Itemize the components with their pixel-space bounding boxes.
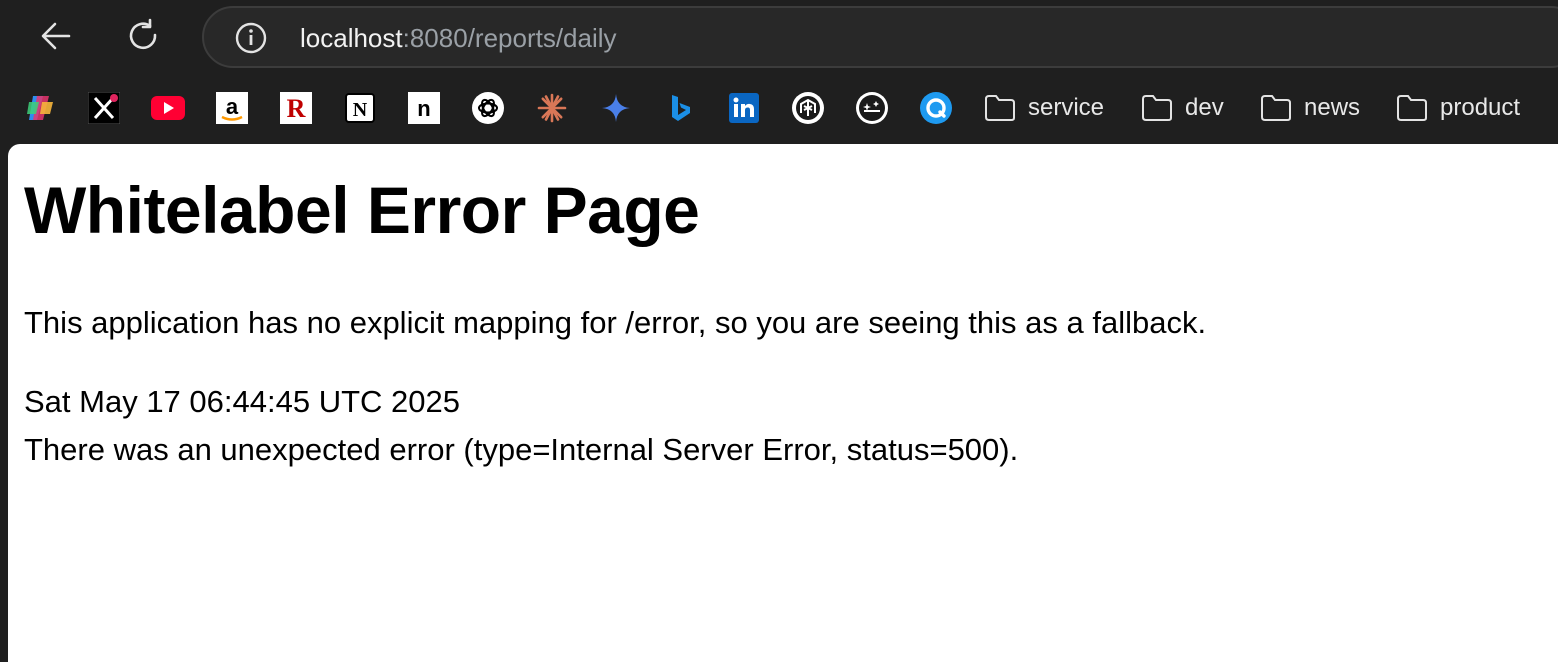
bookmark-folder-dev[interactable]: dev xyxy=(1141,91,1224,125)
reload-button[interactable] xyxy=(122,14,166,58)
bookmark-folder-service[interactable]: service xyxy=(984,91,1104,125)
note-icon[interactable]: n xyxy=(407,91,441,125)
error-status: There was an unexpected error (type=Inte… xyxy=(24,432,1019,467)
svg-text:R: R xyxy=(287,94,306,123)
qiita-icon[interactable] xyxy=(919,91,953,125)
folder-icon xyxy=(985,95,1015,121)
folder-icon xyxy=(1261,95,1291,121)
back-button[interactable] xyxy=(34,14,78,58)
felo-icon[interactable] xyxy=(855,91,889,125)
site-info-icon[interactable] xyxy=(234,21,268,55)
reload-icon xyxy=(129,18,157,50)
bookmark-folder-label: dev xyxy=(1185,94,1224,121)
x-icon[interactable] xyxy=(87,91,121,125)
perplexity-icon[interactable] xyxy=(791,91,825,125)
svg-text:N: N xyxy=(353,99,368,121)
copilot-icon[interactable] xyxy=(23,91,57,125)
folder-icon xyxy=(1142,95,1172,121)
page-title: Whitelabel Error Page xyxy=(24,173,700,247)
notion-icon[interactable]: N xyxy=(343,91,377,125)
bookmarks-bar: a R N n service dev news product xyxy=(0,74,1558,144)
address-bar[interactable]: localhost:8080/reports/daily xyxy=(202,6,1558,68)
error-timestamp: Sat May 17 06:44:45 UTC 2025 xyxy=(24,384,460,419)
amazon-icon[interactable]: a xyxy=(215,91,249,125)
bookmark-folder-product[interactable]: product xyxy=(1396,91,1520,125)
error-description: This application has no explicit mapping… xyxy=(24,305,1207,340)
browser-toolbar: localhost:8080/reports/daily xyxy=(0,0,1558,74)
url-host: localhost xyxy=(300,23,403,53)
svg-text:n: n xyxy=(417,96,430,121)
url-text[interactable]: localhost:8080/reports/daily xyxy=(300,22,617,54)
back-arrow-icon xyxy=(41,22,71,50)
url-path: :8080/reports/daily xyxy=(402,23,617,53)
gemini-icon[interactable] xyxy=(599,91,633,125)
rakuten-icon[interactable]: R xyxy=(279,91,313,125)
claude-icon[interactable] xyxy=(535,91,569,125)
bing-icon[interactable] xyxy=(663,91,697,125)
bookmark-folder-label: product xyxy=(1440,94,1521,121)
chatgpt-icon[interactable] xyxy=(471,91,505,125)
svg-text:a: a xyxy=(226,94,239,119)
bookmark-folder-label: news xyxy=(1304,94,1361,121)
folder-icon xyxy=(1397,95,1427,121)
bookmark-folder-label: service xyxy=(1028,94,1105,121)
linkedin-icon[interactable] xyxy=(727,91,761,125)
page-viewport: Whitelabel Error Page This application h… xyxy=(8,144,1558,662)
bookmark-folder-news[interactable]: news xyxy=(1260,91,1360,125)
youtube-icon[interactable] xyxy=(151,91,185,125)
